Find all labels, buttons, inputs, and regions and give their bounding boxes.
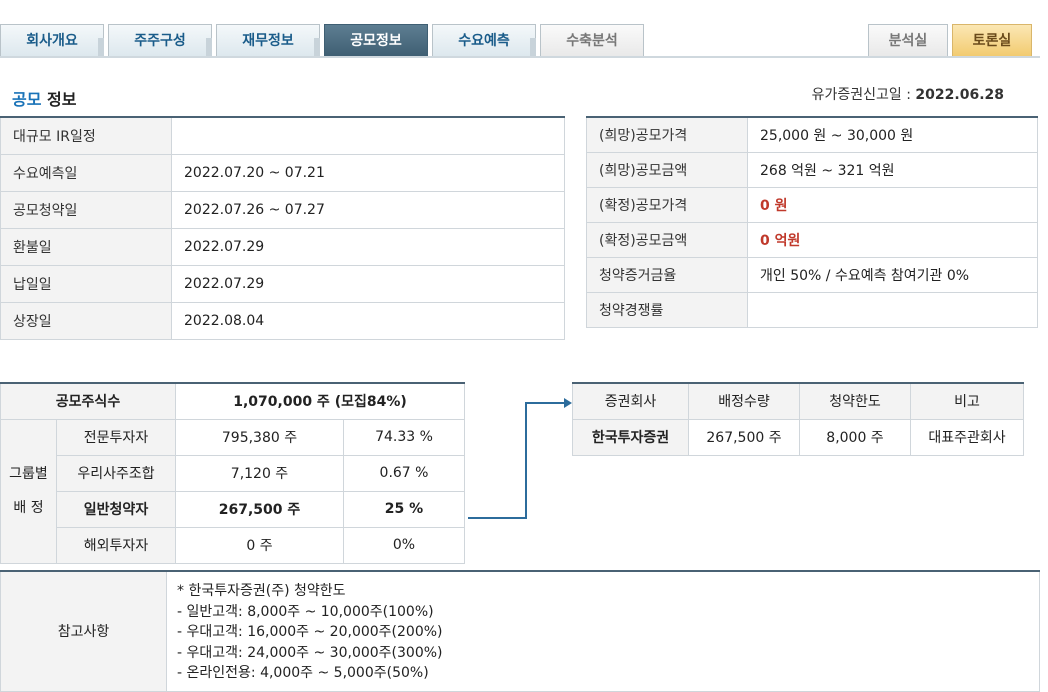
group-allocation-label: 그룹별 배 정 [0, 418, 57, 564]
table-row: 납일일 2022.07.29 [0, 264, 565, 303]
percent: 25 % [343, 490, 465, 528]
investor-type: 우리사주조합 [56, 454, 176, 492]
note-line: - 일반고객: 8,000주 ~ 10,000주(100%) [177, 603, 434, 620]
row-label: 공모청약일 [0, 190, 172, 229]
pricing-table: (희망)공모가격 25,000 원 ~ 30,000 원 (희망)공모금액 268 … [586, 116, 1038, 328]
total-shares-value: 1,070,000 주 (모집84%) [175, 382, 465, 420]
row-value: 268 억원 ~ 321 억원 [747, 151, 1038, 188]
shares: 795,380 주 [175, 418, 344, 456]
percent: 74.33 % [343, 418, 465, 456]
table-row: 참고사항 * 한국투자증권(주) 청약한도 - 일반고객: 8,000주 ~ 1… [0, 570, 1040, 692]
shares: 7,120 주 [175, 454, 344, 492]
investor-type: 전문투자자 [56, 418, 176, 456]
col-header: 증권회사 [572, 382, 689, 420]
note-line: - 우대고객: 24,000주 ~ 30,000주(300%) [177, 644, 443, 661]
group-label-line1: 그룹별 [9, 466, 48, 482]
table-row: 한국투자증권 267,500 주 8,000 주 대표주관회사 [572, 418, 1024, 456]
section-title-rest: 정보 [47, 90, 77, 109]
arrow-connector-icon [468, 398, 572, 519]
table-row: (희망)공모금액 268 억원 ~ 321 억원 [586, 151, 1038, 188]
schedule-table: 대규모 IR일정 수요예측일 2022.07.20 ~ 07.21 공모청약일 20… [0, 116, 565, 340]
shares: 267,500 주 [175, 490, 344, 528]
shares: 0 주 [175, 526, 344, 564]
row-label: (희망)공모가격 [586, 116, 748, 153]
row-label: (확정)공모금액 [586, 221, 748, 258]
registration-label: 유가증권신고일 : [811, 87, 916, 103]
note-line: - 온라인전용: 4,000주 ~ 5,000주(50%) [177, 665, 429, 681]
reference-label: 참고사항 [0, 570, 167, 692]
tab-discussion-room[interactable]: 토론실 [952, 24, 1032, 56]
table-row: 공모주식수 1,070,000 주 (모집84%) [0, 382, 465, 420]
table-header-row: 증권회사 배정수량 청약한도 비고 [572, 382, 1024, 420]
table-row: 우리사주조합 7,120 주 0.67 % [1, 454, 465, 492]
confirmed-price: 0 원 [747, 186, 1038, 223]
row-label: 수요예측일 [0, 153, 172, 192]
percent: 0.67 % [343, 454, 465, 492]
row-label: 납일일 [0, 264, 172, 303]
total-shares-label: 공모주식수 [0, 382, 176, 420]
table-row: 그룹별 배 정 전문투자자 795,380 주 74.33 % [0, 418, 465, 564]
row-label: (확정)공모가격 [586, 186, 748, 223]
table-row: (확정)공모금액 0 억원 [586, 221, 1038, 258]
row-value [747, 291, 1038, 328]
row-value: 개인 50% / 수요예측 참여기관 0% [747, 256, 1038, 293]
section-title: 공모 정보 [12, 86, 76, 110]
row-value: 2022.08.04 [171, 301, 565, 340]
col-header: 배정수량 [688, 382, 800, 420]
table-row: (희망)공모가격 25,000 원 ~ 30,000 원 [586, 116, 1038, 153]
col-header: 비고 [910, 382, 1024, 420]
table-row: 해외투자자 0 주 0% [1, 526, 465, 564]
allocation-table: 공모주식수 1,070,000 주 (모집84%) 그룹별 배 정 전문투자자 … [0, 382, 465, 564]
row-label: (희망)공모금액 [586, 151, 748, 188]
row-value: 2022.07.29 [171, 264, 565, 303]
broker-name: 한국투자증권 [572, 418, 689, 456]
table-row: (확정)공모가격 0 원 [586, 186, 1038, 223]
row-value: 25,000 원 ~ 30,000 원 [747, 116, 1038, 153]
confirmed-amount: 0 억원 [747, 221, 1038, 258]
reference-notes: * 한국투자증권(주) 청약한도 - 일반고객: 8,000주 ~ 10,000… [166, 570, 1040, 692]
tab-analysis-room[interactable]: 분석실 [868, 24, 948, 56]
table-row: 환불일 2022.07.29 [0, 227, 565, 266]
table-row: 상장일 2022.08.04 [0, 301, 565, 340]
broker-note: 대표주관회사 [910, 418, 1024, 456]
table-row: 청약경쟁률 [586, 291, 1038, 328]
investor-type: 해외투자자 [56, 526, 176, 564]
tab-analysis[interactable]: 수축분석 [540, 24, 644, 56]
group-label-line2: 배 정 [13, 500, 44, 516]
row-label: 청약경쟁률 [586, 291, 748, 328]
broker-qty: 267,500 주 [688, 418, 800, 456]
broker-table: 증권회사 배정수량 청약한도 비고 한국투자증권 267,500 주 8,000… [572, 382, 1024, 456]
section-title-accent: 공모 [12, 90, 42, 109]
tab-ipo-info[interactable]: 공모정보 [324, 24, 428, 56]
table-row: 공모청약일 2022.07.26 ~ 07.27 [0, 190, 565, 229]
registration-date: 유가증권신고일 : 2022.06.28 [812, 84, 1004, 104]
tab-company-overview[interactable]: 회사개요 [0, 24, 104, 56]
row-value: 2022.07.29 [171, 227, 565, 266]
table-row: 수요예측일 2022.07.20 ~ 07.21 [0, 153, 565, 192]
tab-financials[interactable]: 재무정보 [216, 24, 320, 56]
reference-table: 참고사항 * 한국투자증권(주) 청약한도 - 일반고객: 8,000주 ~ 1… [0, 570, 1040, 692]
row-label: 청약증거금율 [586, 256, 748, 293]
investor-type: 일반청약자 [56, 490, 176, 528]
table-row: 대규모 IR일정 [0, 116, 565, 155]
row-value: 2022.07.26 ~ 07.27 [171, 190, 565, 229]
table-row: 청약증거금율 개인 50% / 수요예측 참여기관 0% [586, 256, 1038, 293]
row-label: 환불일 [0, 227, 172, 266]
row-label: 대규모 IR일정 [0, 116, 172, 155]
tab-shareholders[interactable]: 주주구성 [108, 24, 212, 56]
tab-demand-forecast[interactable]: 수요예측 [432, 24, 536, 56]
broker-limit: 8,000 주 [799, 418, 911, 456]
registration-value: 2022.06.28 [915, 87, 1004, 103]
row-value: 2022.07.20 ~ 07.21 [171, 153, 565, 192]
col-header: 청약한도 [799, 382, 911, 420]
note-line: - 우대고객: 16,000주 ~ 20,000주(200%) [177, 624, 443, 640]
percent: 0% [343, 526, 465, 564]
note-line: * 한국투자증권(주) 청약한도 [177, 583, 346, 599]
tab-underline [0, 56, 1040, 58]
row-label: 상장일 [0, 301, 172, 340]
row-value [171, 116, 565, 155]
table-row: 일반청약자 267,500 주 25 % [1, 490, 465, 528]
